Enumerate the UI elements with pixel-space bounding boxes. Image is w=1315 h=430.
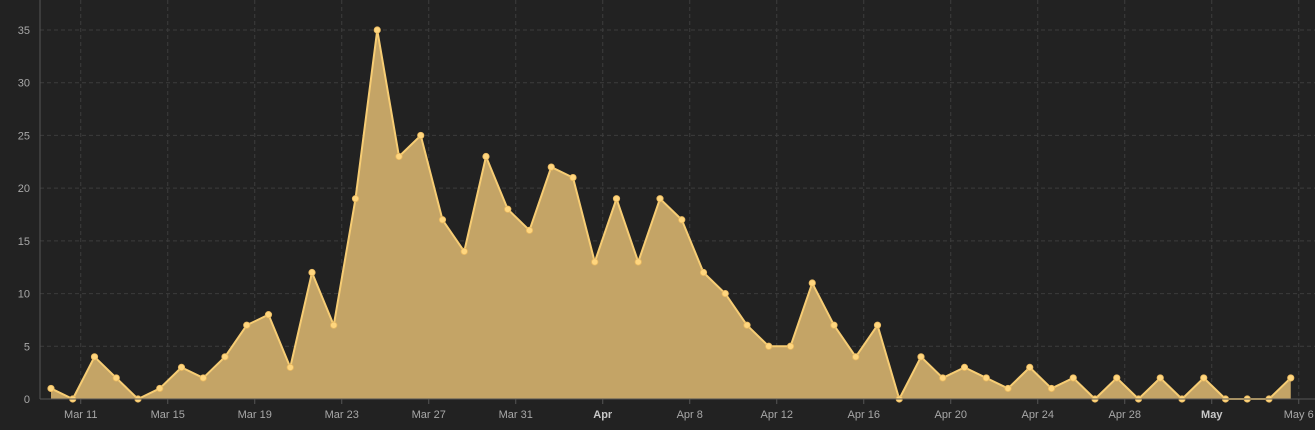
data-point[interactable] (699, 268, 708, 277)
data-point[interactable] (112, 374, 120, 382)
data-point[interactable] (786, 342, 795, 350)
x-tick-label: May 6 (1284, 409, 1314, 421)
data-point[interactable] (1156, 374, 1164, 382)
data-point[interactable] (982, 374, 990, 382)
data-point[interactable] (373, 26, 381, 34)
data-point[interactable] (308, 268, 316, 277)
data-point[interactable] (243, 321, 251, 329)
data-point[interactable] (1069, 374, 1077, 382)
data-point[interactable] (351, 195, 360, 203)
data-point[interactable] (721, 289, 729, 298)
x-tick-label: Mar 31 (499, 409, 533, 421)
y-tick-label: 5 (24, 341, 30, 353)
area-chart: 05101520253035 Mar 11 Mar 15 Mar 19 Mar 23 M… (18, 0, 1315, 421)
data-point[interactable] (199, 374, 207, 382)
x-tick-label: Apr 12 (761, 409, 793, 421)
x-tick-label: Mar 15 (151, 409, 185, 421)
y-tick-label: 20 (18, 183, 30, 195)
data-point[interactable] (90, 353, 99, 361)
data-point[interactable] (525, 226, 534, 234)
data-point[interactable] (960, 363, 969, 371)
data-point[interactable] (743, 321, 751, 329)
y-axis: 0 5 10 15 20 25 30 35 (18, 0, 41, 406)
data-point[interactable] (395, 152, 403, 161)
x-tick-label: Apr 8 (677, 409, 703, 421)
data-point[interactable] (873, 321, 882, 329)
data-point[interactable] (917, 353, 925, 361)
data-point[interactable] (221, 353, 229, 361)
y-tick-label: 10 (18, 289, 30, 301)
x-tick-label: May (1201, 409, 1223, 421)
data-point[interactable] (330, 321, 338, 329)
data-point[interactable] (438, 216, 447, 224)
y-tick-label: 0 (24, 394, 30, 406)
data-point[interactable] (1026, 363, 1034, 371)
x-tick-label: Mar 23 (325, 409, 359, 421)
data-point[interactable] (1004, 384, 1012, 393)
y-tick-label: 30 (18, 78, 30, 90)
data-point[interactable] (678, 216, 686, 224)
y-tick-label: 35 (18, 25, 30, 37)
data-point[interactable] (286, 363, 294, 371)
data-point[interactable] (939, 374, 947, 382)
data-point[interactable] (1047, 384, 1056, 393)
data-point[interactable] (504, 205, 512, 213)
x-tick-label: Mar 19 (238, 409, 272, 421)
data-point[interactable] (547, 163, 555, 171)
x-tick-label: Mar 27 (412, 409, 446, 421)
data-point[interactable] (264, 311, 273, 319)
x-tick-label: Apr 24 (1022, 409, 1054, 421)
data-point[interactable] (482, 152, 490, 161)
data-point[interactable] (612, 195, 621, 203)
data-point[interactable] (47, 384, 55, 393)
x-tick-label: Mar 11 (64, 409, 97, 421)
data-point[interactable] (417, 131, 425, 140)
data-point[interactable] (830, 321, 838, 329)
data-point[interactable] (1200, 374, 1208, 382)
x-tick-label: Apr (593, 409, 613, 421)
data-point[interactable] (591, 258, 599, 266)
x-tick-label: Apr 16 (848, 409, 880, 421)
data-point[interactable] (177, 363, 186, 371)
data-point[interactable] (1287, 374, 1295, 382)
x-axis: Mar 11 Mar 15 Mar 19 Mar 23 Mar 27 Mar 31 Apr A… (40, 398, 1315, 421)
x-tick-label: Apr 20 (935, 409, 967, 421)
data-point[interactable] (156, 384, 164, 393)
data-point[interactable] (765, 342, 773, 350)
area-series (50, 29, 1292, 400)
x-tick-label: Apr 28 (1109, 409, 1141, 421)
data-point[interactable] (656, 195, 664, 203)
data-point[interactable] (460, 247, 468, 255)
y-tick-label: 25 (18, 130, 30, 142)
data-point[interactable] (808, 279, 816, 287)
area-fill (51, 30, 1291, 399)
data-point[interactable] (634, 258, 642, 266)
data-point[interactable] (569, 174, 577, 182)
data-point[interactable] (852, 353, 860, 361)
data-point[interactable] (1113, 374, 1121, 382)
y-tick-label: 15 (18, 236, 30, 248)
